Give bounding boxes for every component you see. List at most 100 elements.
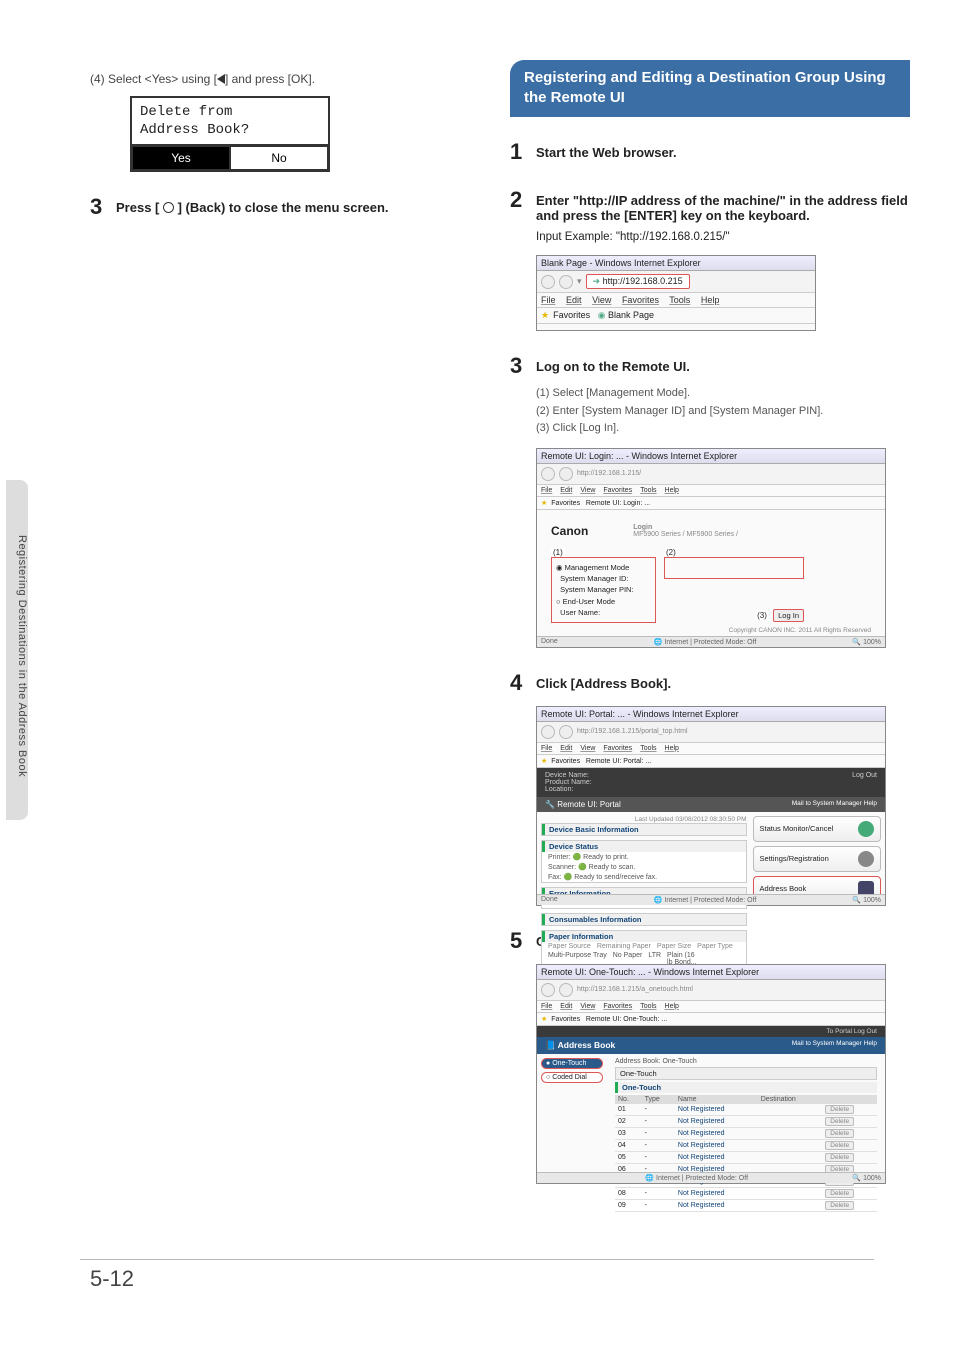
section-label: One-Touch [615,1067,877,1080]
section-header: Registering and Editing a Destination Gr… [510,60,910,117]
list-label: One-Touch [615,1082,877,1093]
url-row: http://192.168.1.215/ [537,464,885,485]
step-text: Log on to the Remote UI. [536,353,910,374]
url-row: ▾ ➜ http://192.168.0.215 [537,271,815,293]
star-icon: ★ [541,310,549,320]
favorites-label: Favorites [553,310,590,320]
menu-help: Help [701,295,720,305]
step3-substeps: (1) Select [Management Mode]. (2) Enter … [536,385,910,438]
breadcrumb: Address Book: One-Touch [615,1058,877,1065]
login-inputs-box [664,557,804,579]
menu-edit: Edit [566,295,582,305]
callout-2: (2) [664,548,678,557]
step-text: Click [Address Book]. [536,670,910,691]
status-monitor-button: Status Monitor/Cancel [753,816,881,842]
consumables-info: Consumables Information [542,914,746,925]
sysid-label: System Manager ID: [560,574,628,583]
right-step-4: 4 Click [Address Book]. [510,670,910,696]
browser-menu: File Edit View Favorites Tools Help [537,293,815,308]
sub3: (3) Click [Log In]. [536,420,910,438]
lcd-yes-button: Yes [132,146,230,170]
lcd-display: Delete from Address Book? Yes No [130,96,330,172]
footer-divider [80,1259,874,1260]
nav-back-icon [541,467,555,481]
lcd-line2: Address Book? [140,121,320,139]
step3-text-a: Press [ [116,200,163,215]
url-text: http://192.168.0.215 [603,276,683,286]
step-number: 3 [90,194,116,220]
window-title: Remote UI: Portal: ... - Windows Interne… [537,707,885,722]
browser-menu: FileEditViewFavoritesToolsHelp [537,485,885,497]
table-row: 09-Not RegisteredDelete [615,1199,877,1211]
lcd-no-button: No [230,146,328,170]
tab-coded-dial: ○ Coded Dial [541,1072,603,1083]
login-button: Log In [773,609,804,622]
series-label: MF5900 Series / MF5900 Series / [633,531,738,538]
table-row: 03-Not RegisteredDelete [615,1127,877,1139]
enduser-mode: End-User Mode [563,597,616,606]
left-arrow-icon [217,74,225,84]
url-row: http://192.168.1.215/portal_top.html [537,722,885,743]
login-label: Login [633,524,652,531]
side-tab: Registering Destinations in the Address … [6,480,28,820]
right-step-1: 1 Start the Web browser. [510,139,910,165]
step-number: 2 [510,187,536,213]
device-basic-info: Device Basic Information [542,824,746,835]
copyright: Copyright CANON INC. 2011 All Rights Res… [551,627,871,634]
menu-view: View [592,295,611,305]
sub1: (1) Select [Management Mode]. [536,385,910,403]
lcd-line1: Delete from [140,103,320,121]
step-text: Enter "http://IP address of the machine/… [536,187,910,245]
menu-favorites: Favorites [622,295,659,305]
nav-back-icon [541,275,555,289]
step-number: 1 [510,139,536,165]
callout-3: (3) [755,611,769,620]
lcd-message: Delete from Address Book? [132,98,328,146]
username-label: User Name: [560,608,600,617]
portal-screenshot: Remote UI: Portal: ... - Windows Interne… [536,706,886,906]
onetouch-main: Address Book: One-Touch One-Touch One-To… [607,1054,885,1216]
menu-file: File [541,295,556,305]
step-number: 3 [510,353,536,379]
nav-fwd-icon [559,467,573,481]
onetouch-table: No. Type Name Destination 01-Not Registe… [615,1095,877,1212]
sub2: (2) Enter [System Manager ID] and [Syste… [536,403,910,421]
table-row: 02-Not RegisteredDelete [615,1115,877,1127]
table-row: 04-Not RegisteredDelete [615,1139,877,1151]
substep-4: (4) Select <Yes> using [] and press [OK]… [90,72,470,86]
left-column: (4) Select <Yes> using [] and press [OK]… [90,72,470,220]
page-number: 5-12 [90,1266,134,1292]
right-step-3: 3 Log on to the Remote UI. [510,353,910,379]
step-text: Start the Web browser. [536,139,910,160]
window-title: Remote UI: One-Touch: ... - Windows Inte… [537,965,885,980]
step2-text: Enter "http://IP address of the machine/… [536,193,908,223]
settings-reg-button: Settings/Registration [753,846,881,872]
step-number: 4 [510,670,536,696]
device-header: Device Name: Product Name: Location: Log… [537,768,885,797]
top-bar: To Portal Log Out [537,1026,885,1037]
login-screenshot: Remote UI: Login: ... - Windows Internet… [536,448,886,648]
right-column: Registering and Editing a Destination Gr… [510,60,910,1184]
browser-screenshot: Blank Page - Windows Internet Explorer ▾… [536,255,816,331]
device-status: Device Status [542,841,746,852]
paper-info: Paper Information [542,931,746,942]
table-row: 08-Not RegisteredDelete [615,1187,877,1199]
tab-one-touch: ● One-Touch [541,1058,603,1069]
logout-link: Log Out [852,772,877,793]
table-row: 01-Not RegisteredDelete [615,1104,877,1116]
step-number: 5 [510,928,536,954]
blank-page-tab: Blank Page [608,310,654,320]
callout-1: (1) [551,548,565,557]
substep-4-a: (4) Select <Yes> using [ [90,72,217,86]
left-step-3: 3 Press [ ] (Back) to close the menu scr… [90,194,470,220]
onetouch-sidebar: ● One-Touch ○ Coded Dial [537,1054,607,1216]
window-title: Blank Page - Windows Internet Explorer [537,256,815,271]
canon-logo: Canon [551,524,631,538]
last-updated: Last Updated 03/08/2012 08:30:50 PM [541,816,747,823]
table-row: 05-Not RegisteredDelete [615,1151,877,1163]
menu-tools: Tools [669,295,690,305]
step-text: Press [ ] (Back) to close the menu scree… [116,194,470,215]
favorites-row: ★Favorites Remote UI: Login: ... [537,497,885,510]
url-input: ➜ http://192.168.0.215 [586,274,690,289]
mgmt-mode: Management Mode [565,563,630,572]
